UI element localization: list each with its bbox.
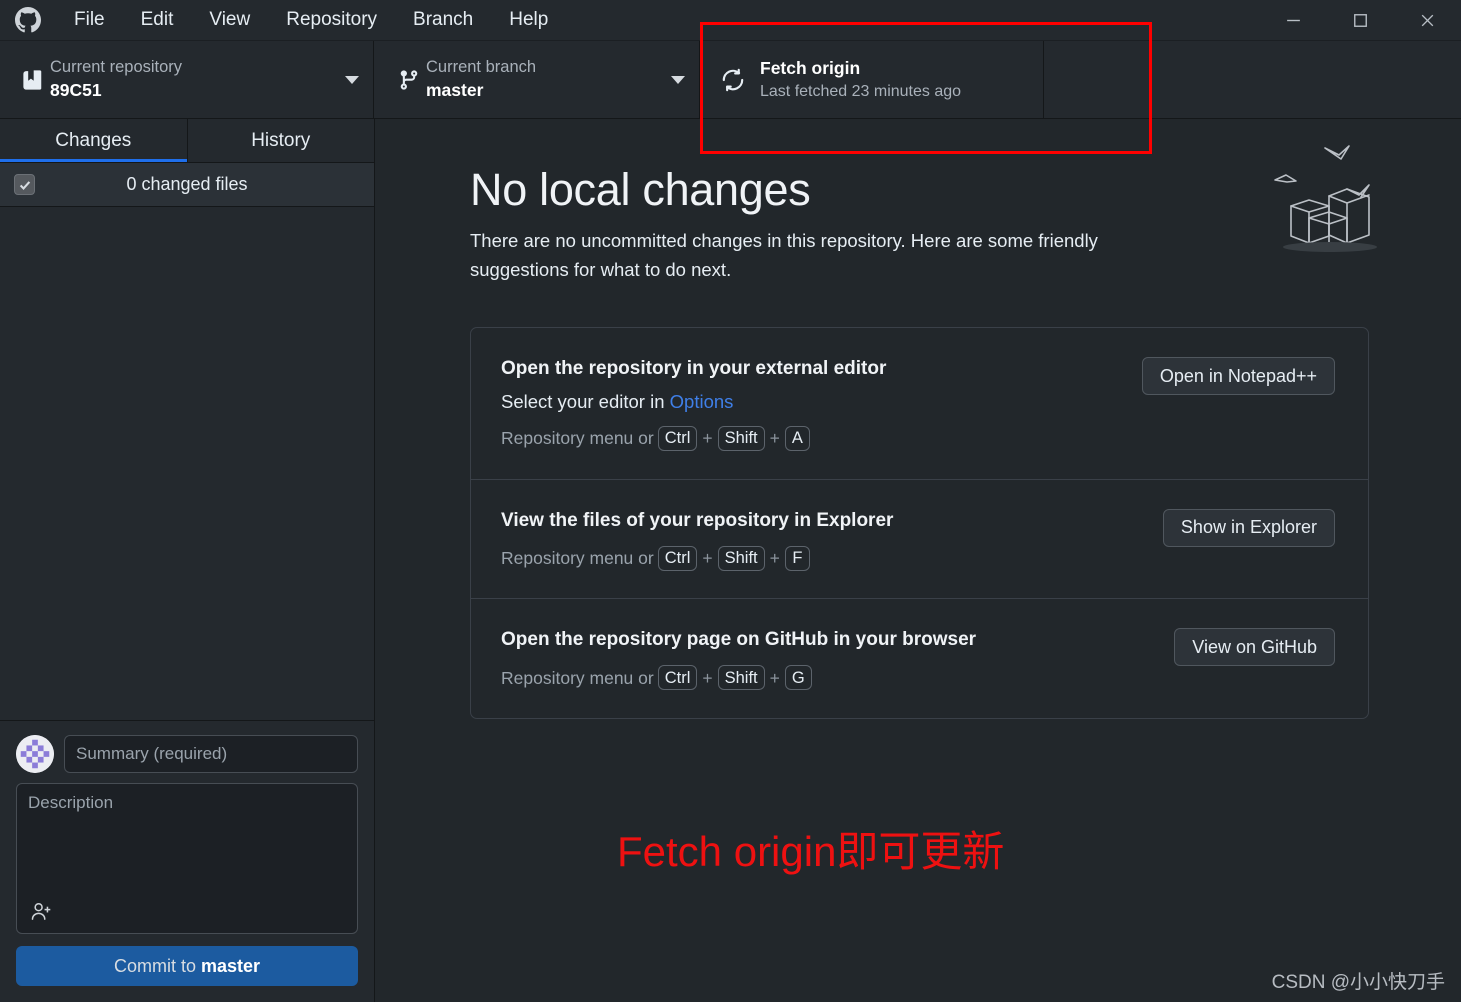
menu-item-help[interactable]: Help: [491, 0, 566, 40]
fetch-origin-subtitle: Last fetched 23 minutes ago: [760, 82, 962, 100]
open-in-editor-button[interactable]: Open in Notepad++: [1141, 357, 1335, 396]
fetch-origin-title: Fetch origin: [760, 58, 861, 79]
shortcut-prefix: Repository menu or: [501, 428, 654, 449]
annotation-text: Fetch origin即可更新: [617, 828, 1005, 875]
shortcut-prefix: Repository menu or: [501, 667, 654, 688]
github-mark-icon: [0, 7, 56, 33]
sidebar: Changes History 0 changed files Summary …: [0, 119, 375, 1002]
key-plus: +: [769, 548, 780, 569]
suggestion-view-on-github: Open the repository page on GitHub in yo…: [471, 599, 1368, 718]
avatar: [16, 735, 54, 773]
options-link[interactable]: Options: [670, 391, 734, 412]
show-in-explorer-button[interactable]: Show in Explorer: [1162, 508, 1335, 547]
changed-files-count: 0 changed files: [126, 174, 248, 194]
menu-item-view[interactable]: View: [191, 0, 268, 40]
suggestion-title: Open the repository page on GitHub in yo…: [501, 629, 977, 651]
commit-button-prefix: Commit to: [113, 955, 201, 976]
current-repository-value: 89C51: [50, 79, 102, 100]
suggestion-shortcut: Repository menu or Ctrl + Shift + F: [501, 545, 1137, 571]
commit-to-branch-button[interactable]: Commit to master: [16, 946, 358, 986]
key-ctrl: Ctrl: [657, 665, 698, 691]
github-desktop-window: File Edit View Repository Branch Help Cu…: [0, 0, 1461, 1002]
key-plus: +: [769, 667, 780, 688]
commit-button-branch: master: [200, 955, 261, 976]
suggestion-shortcut: Repository menu or Ctrl + Shift + A: [501, 425, 1116, 451]
shortcut-prefix: Repository menu or: [501, 548, 654, 569]
suggestions-list: Open the repository in your external edi…: [470, 327, 1369, 720]
menu-item-branch[interactable]: Branch: [395, 0, 491, 40]
key-plus: +: [769, 428, 780, 449]
suggestion-title: View the files of your repository in Exp…: [501, 509, 894, 531]
git-branch-icon: [392, 69, 426, 91]
current-branch-label: Current branch: [426, 58, 537, 77]
current-branch-value: master: [426, 79, 484, 100]
watermark: CSDN @小小快刀手: [1271, 972, 1445, 993]
sync-icon: [720, 67, 760, 93]
tab-history[interactable]: History: [188, 119, 375, 162]
commit-description-wrapper: [16, 783, 358, 934]
key-shift: Shift: [717, 425, 765, 451]
key-letter: F: [784, 545, 810, 571]
changed-files-header: 0 changed files: [0, 163, 374, 207]
chevron-down-icon: [671, 75, 685, 84]
key-ctrl: Ctrl: [657, 545, 698, 571]
current-repository-button[interactable]: Current repository 89C51: [0, 41, 374, 118]
fetch-origin-button[interactable]: Fetch origin Last fetched 23 minutes ago: [700, 41, 1044, 118]
maximize-icon[interactable]: [1327, 0, 1394, 40]
commit-summary-input[interactable]: [64, 735, 358, 773]
suggestion-subtitle: Select your editor in Options: [501, 388, 1116, 416]
add-person-icon[interactable]: [27, 897, 55, 925]
menu-item-repository[interactable]: Repository: [268, 0, 395, 40]
key-plus: +: [702, 548, 713, 569]
commit-panel: Commit to master: [0, 720, 374, 1002]
tab-changes[interactable]: Changes: [0, 119, 188, 162]
key-plus: +: [702, 428, 713, 449]
select-all-checkbox[interactable]: [14, 174, 35, 195]
key-ctrl: Ctrl: [657, 425, 698, 451]
suggestion-view-in-explorer: View the files of your repository in Exp…: [471, 480, 1368, 600]
suggestion-title: Open the repository in your external edi…: [501, 358, 887, 380]
toolbar: Current repository 89C51 Current branch …: [0, 41, 1461, 119]
suggestion-subtitle-text: Select your editor in: [501, 390, 670, 412]
key-letter: A: [784, 425, 810, 451]
key-plus: +: [702, 667, 713, 688]
commit-summary-row: [16, 735, 358, 773]
view-on-github-button[interactable]: View on GitHub: [1174, 628, 1335, 667]
key-letter: G: [784, 665, 812, 691]
chevron-down-icon: [345, 75, 359, 84]
menu-item-file[interactable]: File: [56, 0, 123, 40]
page-title: No local changes: [470, 164, 811, 215]
menu-bar: File Edit View Repository Branch Help: [56, 0, 566, 40]
suggestion-open-external-editor: Open the repository in your external edi…: [471, 328, 1368, 480]
empty-boxes-illustration: [1274, 145, 1377, 252]
key-shift: Shift: [717, 545, 765, 571]
sidebar-tabs: Changes History: [0, 119, 374, 163]
suggestion-shortcut: Repository menu or Ctrl + Shift + G: [501, 665, 1148, 691]
current-branch-button[interactable]: Current branch master: [374, 41, 700, 118]
menu-item-edit[interactable]: Edit: [123, 0, 192, 40]
minimize-icon[interactable]: [1260, 0, 1327, 40]
current-repository-label: Current repository: [50, 58, 183, 77]
commit-description-input[interactable]: [17, 784, 357, 933]
close-icon[interactable]: [1394, 0, 1461, 40]
window-controls: [1260, 0, 1461, 40]
title-bar: File Edit View Repository Branch Help: [0, 0, 1461, 41]
changed-files-list: [0, 207, 374, 720]
repo-icon: [16, 69, 50, 91]
key-shift: Shift: [717, 665, 765, 691]
page-description: There are no uncommitted changes in this…: [470, 230, 1098, 281]
